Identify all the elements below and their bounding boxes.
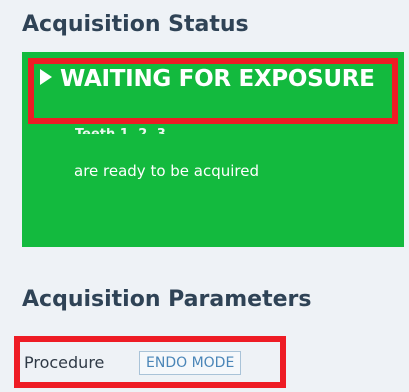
status-description: are ready to be acquired: [74, 162, 260, 180]
status-headline-text: WAITING FOR EXPOSURE: [60, 66, 375, 92]
acquisition-status-panel: WAITING FOR EXPOSURE Teeth 1, 2, 3 are r…: [22, 52, 404, 247]
acquisition-parameters-title: Acquisition Parameters: [22, 287, 312, 312]
procedure-mode-badge[interactable]: ENDO MODE: [139, 351, 242, 375]
acquisition-status-title: Acquisition Status: [22, 12, 249, 37]
play-icon: [40, 69, 52, 85]
status-subline: Teeth 1, 2, 3: [75, 122, 175, 134]
procedure-label: Procedure: [24, 353, 105, 372]
status-headline: WAITING FOR EXPOSURE: [40, 66, 375, 92]
